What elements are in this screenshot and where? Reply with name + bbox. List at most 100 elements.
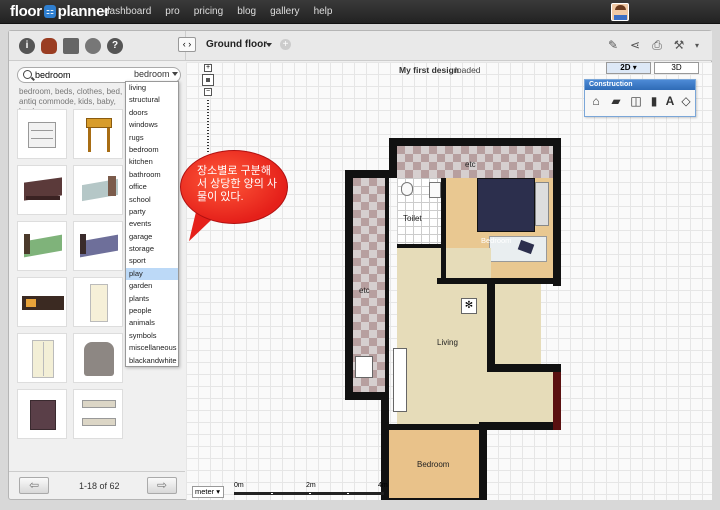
category-option-people[interactable]: people xyxy=(126,305,178,317)
unit-select[interactable]: meter ▾ xyxy=(192,486,224,498)
floor-tool-icon[interactable]: ▰ xyxy=(609,94,623,108)
search-input[interactable] xyxy=(35,69,105,81)
view-2d-button[interactable]: 2D ▾ xyxy=(606,62,651,74)
nav-link-help[interactable]: help xyxy=(314,6,333,17)
library-toolbar: i ? xyxy=(9,31,185,61)
chevron-down-icon[interactable]: ▾ xyxy=(690,39,704,52)
floorplanner-logo[interactable]: floor ⚏ planner xyxy=(10,3,110,20)
history-arrows-button[interactable]: ‹ › xyxy=(178,37,196,52)
next-page-button[interactable]: ⇨ xyxy=(147,477,177,494)
floor-plan-canvas[interactable]: My first design loaded + − 2D ▾ 3D Const… xyxy=(186,62,712,500)
category-option-office[interactable]: office xyxy=(126,181,178,193)
category-option-school[interactable]: school xyxy=(126,194,178,206)
wall-segment xyxy=(345,170,353,400)
photo-icon[interactable] xyxy=(63,38,79,54)
category-option-symbols[interactable]: symbols xyxy=(126,330,178,342)
paint-icon[interactable] xyxy=(85,38,101,54)
logo-word-floor: floor xyxy=(10,3,42,20)
category-option-animals[interactable]: animals xyxy=(126,317,178,329)
item-chest-of-drawers[interactable] xyxy=(17,389,67,439)
dimension-tool-icon[interactable]: ◇ xyxy=(679,94,693,108)
room-label-toilet: Toilet xyxy=(403,214,422,223)
print-icon[interactable]: ⎙ xyxy=(650,39,664,52)
view-mode-toggle: 2D ▾ 3D xyxy=(606,62,700,74)
user-avatar[interactable] xyxy=(611,3,629,21)
wall-segment xyxy=(479,428,487,500)
door-tool-icon[interactable]: ▮ xyxy=(647,94,661,108)
logo-badge-icon: ⚏ xyxy=(43,5,56,18)
wall-segment xyxy=(389,138,561,146)
eraser-icon[interactable]: ✎ xyxy=(606,39,620,52)
pager-count: 1-18 of 62 xyxy=(79,481,120,491)
item-tv-cabinet[interactable] xyxy=(17,277,67,327)
annotation-bubble: 장소별로 구분해서 상당한 양의 사물이 있다. xyxy=(180,150,288,224)
item-wardrobe[interactable] xyxy=(17,333,67,383)
zoom-out-icon[interactable]: − xyxy=(204,88,212,96)
wall-segment xyxy=(487,278,495,372)
nav-link-blog[interactable]: blog xyxy=(237,6,256,17)
category-option-plants[interactable]: plants xyxy=(126,293,178,305)
category-option-doors[interactable]: doors xyxy=(126,107,178,119)
info-icon[interactable]: i xyxy=(19,38,35,54)
add-floor-button[interactable]: + xyxy=(280,39,291,50)
nav-link-pricing[interactable]: pricing xyxy=(194,6,223,17)
category-option-play[interactable]: play xyxy=(126,267,178,281)
item-grey-bed[interactable] xyxy=(73,165,123,215)
category-option-windows[interactable]: windows xyxy=(126,119,178,131)
category-option-blackandwhite[interactable]: blackandwhite xyxy=(126,355,178,367)
wall-tool-icon[interactable]: ⌂ xyxy=(589,94,603,108)
item-tall-cabinet[interactable] xyxy=(73,277,123,327)
help-icon[interactable]: ? xyxy=(107,38,123,54)
settings-wrench-icon[interactable]: ⚒ xyxy=(672,39,686,52)
item-purple-bed[interactable] xyxy=(73,221,123,271)
scale-label-0: 0m xyxy=(234,482,244,489)
item-dark-bed[interactable] xyxy=(17,165,67,215)
annotation-text: 장소별로 구분해서 상당한 양의 사물이 있다. xyxy=(197,165,278,203)
category-option-storage[interactable]: storage xyxy=(126,243,178,255)
library-items-grid xyxy=(17,109,129,439)
text-tool-icon[interactable]: A xyxy=(663,94,677,108)
category-option-sport[interactable]: sport xyxy=(126,255,178,267)
room-label-living: Living xyxy=(437,338,458,347)
wall-segment xyxy=(437,278,561,284)
zoom-pan-control: + − xyxy=(202,64,214,152)
category-option-miscellaneous[interactable]: miscellaneous xyxy=(126,342,178,354)
floor-plan: ✻ etc etc Toilet Bedroom Living Bedroom xyxy=(341,138,561,500)
item-green-bed[interactable] xyxy=(17,221,67,271)
category-option-rugs[interactable]: rugs xyxy=(126,132,178,144)
item-bunk-bed[interactable] xyxy=(73,389,123,439)
item-nightstand[interactable] xyxy=(73,109,123,159)
category-option-party[interactable]: party xyxy=(126,206,178,218)
view-3d-button[interactable]: 3D xyxy=(654,62,699,74)
category-option-garage[interactable]: garage xyxy=(126,231,178,243)
pan-arrows-icon[interactable] xyxy=(202,74,214,86)
prev-page-button[interactable]: ⇦ xyxy=(19,477,49,494)
category-option-kitchen[interactable]: kitchen xyxy=(126,156,178,168)
item-dresser[interactable] xyxy=(17,109,67,159)
floor-name-dropdown[interactable]: Ground floor xyxy=(206,39,267,50)
zoom-slider[interactable] xyxy=(207,100,209,152)
nav-link-pro[interactable]: pro xyxy=(165,6,179,17)
stove-icon xyxy=(355,356,373,378)
construction-palette: Construction ⌂ ▰ ◫ ▮ A ◇ xyxy=(584,79,696,117)
category-option-structural[interactable]: structural xyxy=(126,94,178,106)
room-label-etc-left: etc xyxy=(359,286,370,295)
category-option-events[interactable]: events xyxy=(126,218,178,230)
scale-ruler xyxy=(234,492,384,495)
surface-tool-icon[interactable]: ◫ xyxy=(629,94,643,108)
unit-value: meter xyxy=(195,487,215,496)
category-option-living[interactable]: living xyxy=(126,82,178,94)
category-select[interactable]: bedroom xyxy=(134,69,180,81)
furniture-library-icon[interactable] xyxy=(41,38,57,54)
category-option-bedroom[interactable]: bedroom xyxy=(126,144,178,156)
nav-link-dashboard[interactable]: dashboard xyxy=(104,6,151,17)
plant-icon: ✻ xyxy=(461,298,477,314)
item-sweater[interactable] xyxy=(73,333,123,383)
category-option-garden[interactable]: garden xyxy=(126,280,178,292)
share-icon[interactable]: ⋖ xyxy=(628,39,642,52)
chevron-down-icon[interactable] xyxy=(266,43,272,47)
nav-link-gallery[interactable]: gallery xyxy=(270,6,299,17)
scale-bar: 0m 2m 4m xyxy=(232,482,388,498)
zoom-in-icon[interactable]: + xyxy=(204,64,212,72)
category-option-bathroom[interactable]: bathroom xyxy=(126,169,178,181)
